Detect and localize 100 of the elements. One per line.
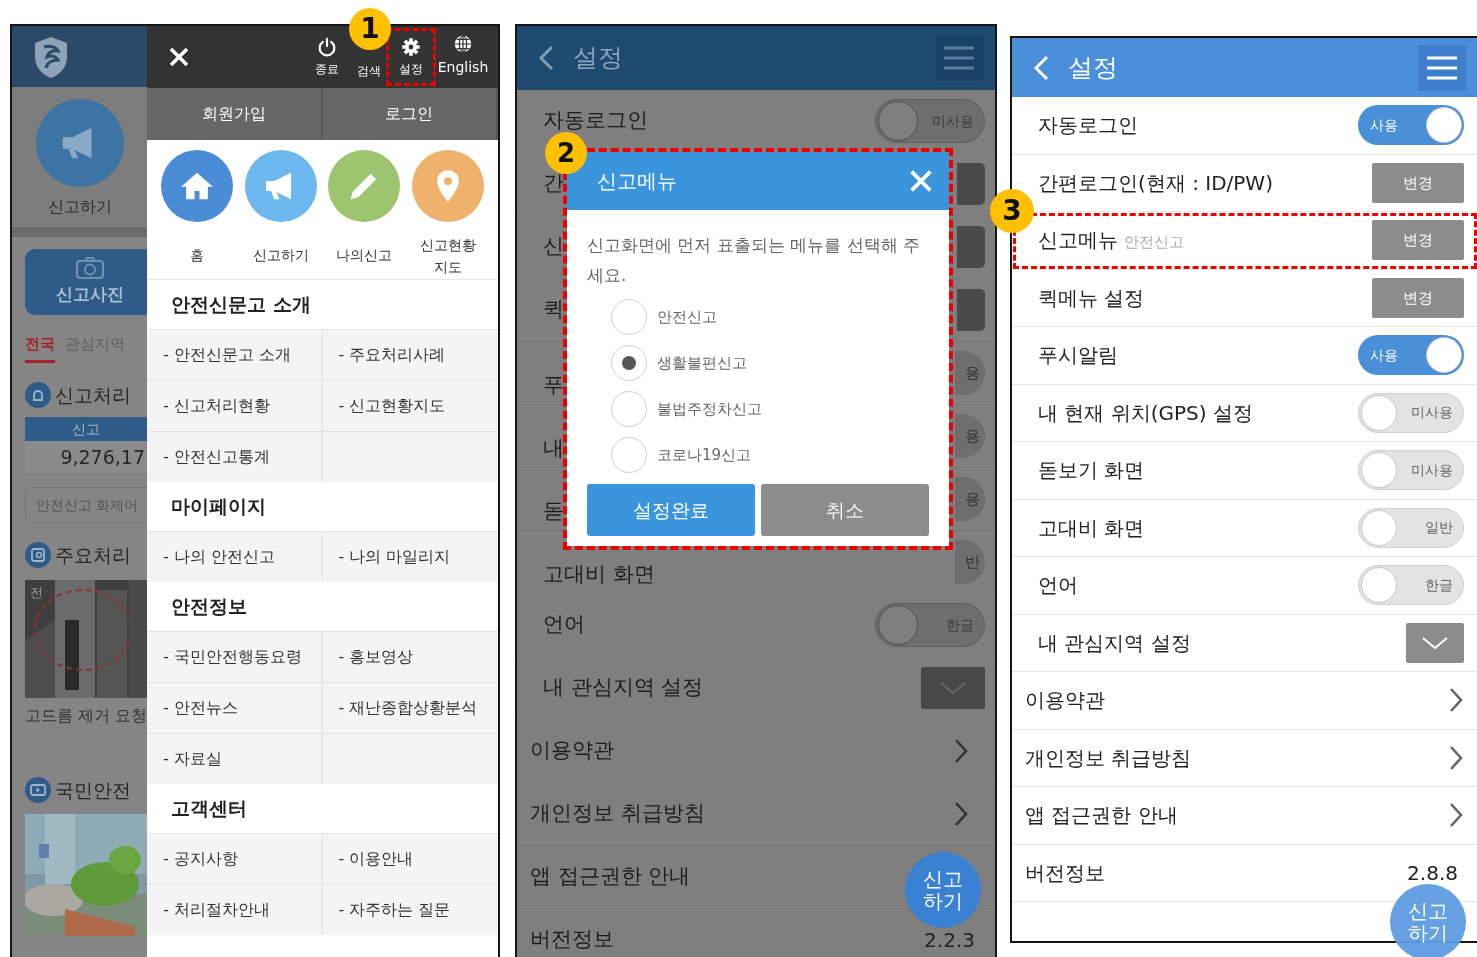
shortcut-label: 신고현황 지도 — [419, 236, 478, 277]
shortcut-label: 나의신고 — [335, 246, 394, 265]
setting-label: 앱 접근권한 안내 — [530, 864, 691, 889]
screen-title: 설정 — [1068, 51, 1119, 84]
setting-label: 이용약관 — [530, 738, 614, 763]
step-badge: 3 — [990, 189, 1034, 233]
setting-label: 앱 접근권한 안내 — [1025, 803, 1178, 828]
menu-link[interactable]: - 자료실 — [147, 733, 323, 784]
menu-link[interactable]: - 공지사항 — [147, 833, 323, 884]
section-title: 안전신문고 소개 — [170, 292, 312, 318]
back-icon[interactable] — [1032, 53, 1050, 82]
setting-label: 퀵메뉴 설정 — [1038, 285, 1145, 310]
menu-button[interactable] — [1418, 44, 1466, 91]
setting-label: 버전정보 — [1025, 860, 1105, 885]
toggle-edge: 용 — [955, 477, 985, 521]
dropdown-button[interactable] — [1406, 622, 1464, 663]
globe-icon — [452, 33, 474, 55]
chevron-right-icon[interactable] — [953, 800, 969, 828]
toggle-edge: 용 — [955, 351, 985, 395]
toggle-edge: 용 — [955, 414, 985, 458]
button-edge — [957, 163, 985, 205]
report-fab[interactable]: 신고 하기 — [905, 852, 981, 928]
setting-label: 개인정보 취급방침 — [1025, 745, 1192, 770]
toggle-switch[interactable]: 미사용 — [1358, 392, 1464, 433]
menu-link[interactable]: - 재난종합상황분석 — [322, 682, 498, 733]
power-icon — [316, 36, 338, 58]
toggle-switch[interactable]: 일반 — [1358, 507, 1464, 548]
toggle-edge: 반 — [955, 540, 985, 584]
setting-label: 고대비 화면 — [1038, 515, 1145, 540]
section-heading: 주요처리 — [55, 543, 131, 568]
toggle-switch[interactable]: 미사용 — [1358, 450, 1464, 491]
menu-link[interactable]: - 자주하는 질문 — [322, 884, 498, 935]
shield-logo-icon — [32, 34, 70, 79]
menu-link[interactable]: - 안전신고통계 — [147, 431, 323, 482]
version-number: 2.8.8 — [1407, 859, 1458, 887]
photo-tag: 전 — [30, 582, 43, 602]
photo-report-button[interactable]: 신고사진 — [25, 249, 147, 315]
dialog-message: 신고화면에 먼저 표출되는 메뉴를 선택해 주세요. — [586, 234, 922, 287]
chevron-right-icon[interactable] — [953, 737, 969, 765]
report-count: 9,276,17 — [25, 441, 147, 473]
setting-label: 내 현재 위치(GPS) 설정 — [1038, 400, 1253, 425]
setting-label: 고대비 화면 — [543, 561, 655, 586]
shortcut-label: 신고하기 — [251, 246, 310, 265]
setting-label: 이용약관 — [1025, 688, 1105, 713]
toggle-switch[interactable]: 한글 — [1358, 565, 1464, 606]
setting-label: 자동로그인 — [543, 108, 648, 133]
back-icon[interactable] — [537, 44, 555, 72]
menu-link[interactable]: - 국민안전행동요령 — [147, 631, 323, 682]
option-label: 코로나19신고 — [657, 444, 752, 466]
setting-label: 간 — [543, 171, 564, 196]
button-edge — [957, 226, 985, 268]
setting-label: 언어 — [1038, 573, 1078, 598]
setting-label: 돋보기 화면 — [1038, 458, 1145, 483]
option-label: 불법주정차신고 — [657, 398, 762, 420]
dialog-title: 신고메뉴 — [597, 168, 677, 195]
video-icon — [25, 776, 51, 803]
close-icon[interactable] — [167, 45, 191, 69]
setting-label: 개인정보 취급방침 — [530, 801, 705, 826]
menu-link[interactable]: - 주요처리사례 — [322, 329, 498, 380]
setting-label: 간편로그인(현재 : ID/PW) — [1038, 170, 1273, 195]
menu-link[interactable]: - 이용안내 — [322, 833, 498, 884]
setting-label: 푸 — [543, 372, 564, 397]
chevron-down-icon — [938, 680, 968, 696]
section-title: 안전정보 — [170, 594, 248, 620]
button-edge — [957, 289, 985, 331]
setting-label: 신고메뉴 — [1038, 228, 1118, 253]
globe-button[interactable]: English — [432, 32, 494, 82]
menu-link[interactable]: - 신고현황지도 — [322, 380, 498, 431]
menu-link[interactable]: - 처리절차안내 — [147, 884, 323, 935]
menu-link[interactable]: - 안전신문고 소개 — [147, 329, 323, 380]
section-heading: 신고처리 — [55, 382, 131, 408]
power-button[interactable]: 종료 — [306, 32, 348, 82]
photo-caption: 고드름 제거 요청 — [25, 704, 147, 727]
menu-button[interactable] — [935, 35, 983, 81]
menu-link[interactable]: - 나의 안전신고 — [147, 531, 323, 582]
menu-link[interactable]: - 나의 마일리지 — [322, 531, 498, 582]
step-badge: 2 — [545, 132, 587, 174]
table-header: 신고 — [25, 417, 147, 441]
setting-label: 신 — [543, 234, 564, 259]
setting-label: 내 관심지역 설정 — [1038, 630, 1191, 655]
option-label: 안전신고 — [657, 306, 717, 328]
current-value: 안전신고 — [1124, 233, 1184, 252]
setting-label: 언어 — [543, 612, 585, 637]
version-number: 2.2.3 — [924, 927, 975, 954]
menu-link[interactable]: - 홍보영상 — [322, 631, 498, 682]
search-button[interactable]: 검색 — [348, 58, 390, 84]
setting-label: 내 — [543, 435, 564, 460]
shortcut-label: 홈 — [188, 246, 205, 265]
setting-label: 자동로그인 — [1038, 113, 1138, 138]
setting-label: 퀵 — [543, 297, 564, 322]
screen-title: 설정 — [573, 42, 624, 75]
setting-label: 내 관심지역 설정 — [543, 675, 704, 700]
setting-label: 버전정보 — [530, 927, 614, 952]
option-label: 생활불편신고 — [657, 352, 747, 374]
note-icon — [25, 542, 51, 569]
menu-link[interactable]: - 신고처리현황 — [147, 380, 323, 431]
menu-link[interactable]: - 안전뉴스 — [147, 682, 323, 733]
chevron-down-icon — [1420, 634, 1450, 651]
menu-icon — [1425, 54, 1459, 81]
settings-button[interactable]: 설정 — [390, 32, 432, 82]
